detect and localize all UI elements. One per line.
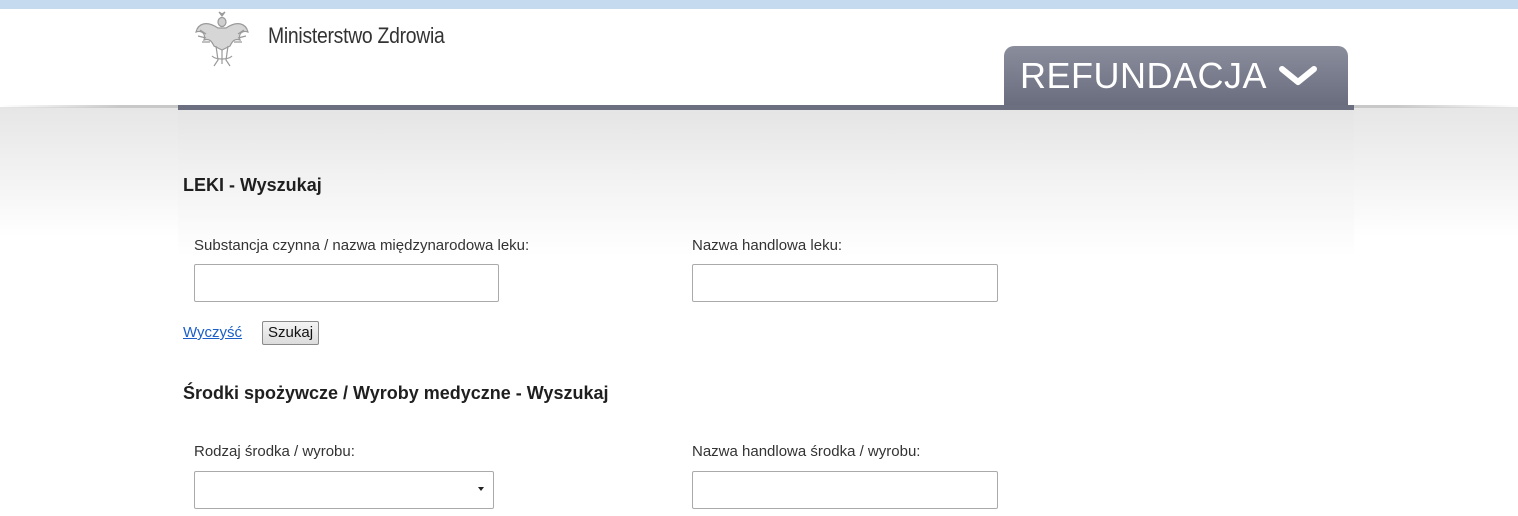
drug-trade-name-input[interactable]	[692, 264, 998, 302]
chevron-down-icon	[1279, 65, 1318, 85]
product-trade-name-label: Nazwa handlowa środka / wyrobu:	[692, 443, 921, 460]
ministry-name: Ministerstwo Zdrowia	[268, 23, 445, 48]
product-type-select[interactable]	[194, 471, 494, 509]
dropdown-arrow-icon	[478, 487, 484, 491]
refundacja-nav-tab[interactable]: REFUNDACJA	[1004, 46, 1348, 105]
top-accent-strip	[0, 0, 1518, 9]
substance-input[interactable]	[194, 264, 499, 302]
refundacja-nav-label: REFUNDACJA	[1020, 54, 1268, 96]
polish-eagle-emblem-icon	[195, 11, 249, 67]
foods-devices-search-title: Środki spożywcze / Wyroby medyczne - Wys…	[183, 383, 609, 403]
product-type-label: Rodzaj środka / wyrobu:	[194, 443, 355, 460]
drugs-search-title: LEKI - Wyszukaj	[183, 175, 322, 195]
content-panel-top-border	[178, 105, 1354, 110]
substance-label: Substancja czynna / nazwa międzynarodowa…	[194, 237, 530, 254]
search-button[interactable]: Szukaj	[262, 321, 320, 345]
drug-trade-name-label: Nazwa handlowa leku:	[692, 237, 843, 254]
clear-link[interactable]: Wyczyść	[183, 324, 242, 341]
product-trade-name-input[interactable]	[692, 471, 998, 509]
